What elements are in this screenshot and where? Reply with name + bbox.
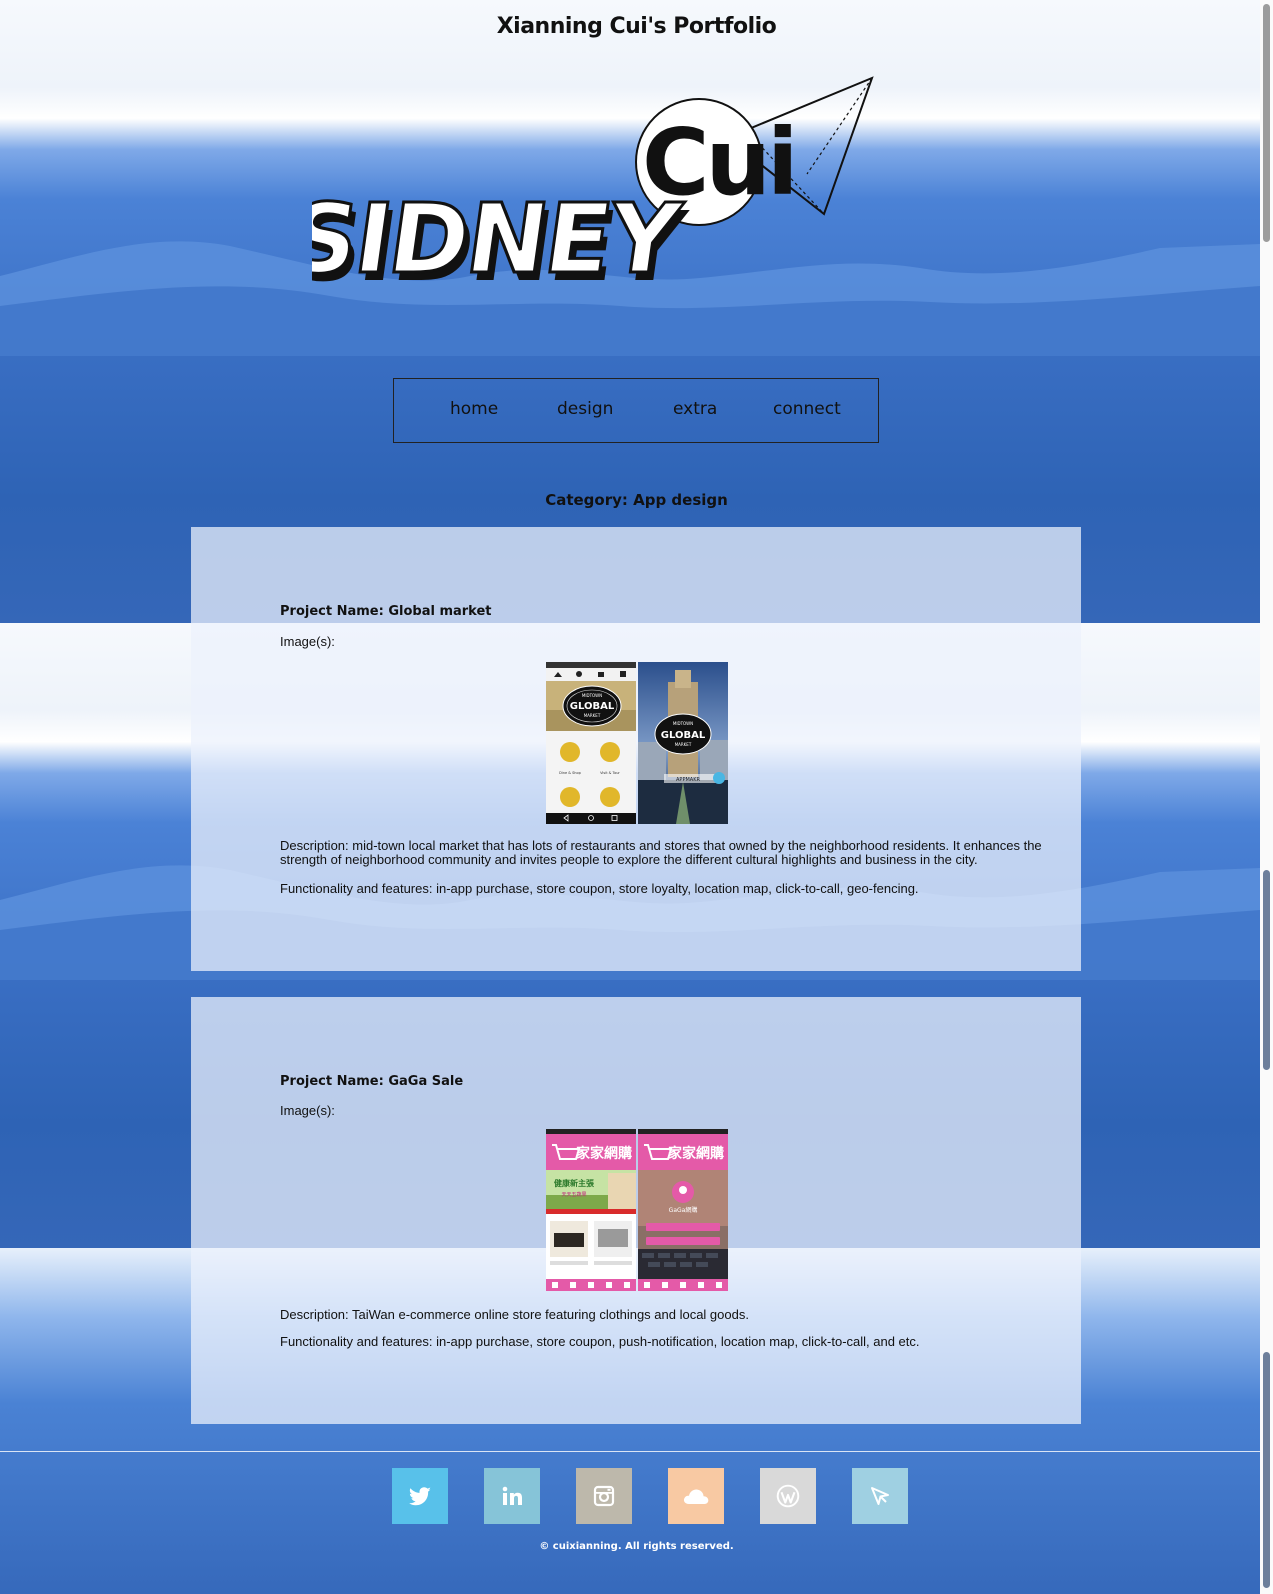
- images-label: Image(s):: [280, 634, 335, 649]
- svg-text:家家網購: 家家網購: [668, 1145, 724, 1162]
- project-name: Project Name: Global market: [280, 604, 492, 619]
- home-tab-icon: [644, 1282, 650, 1288]
- svg-text:Visit & Tour: Visit & Tour: [600, 771, 620, 775]
- project-screenshots[interactable]: 家家網購 健康新主張 天天五蔬果 家家網購 GaGa網購: [546, 1129, 728, 1291]
- project-features: Functionality and features: in-app purch…: [280, 881, 919, 896]
- project-description: Description: TaiWan e-commerce online st…: [280, 1307, 749, 1322]
- more-tab-icon: [624, 1282, 630, 1288]
- site-title: Xianning Cui's Portfolio: [496, 14, 777, 39]
- more-tab-icon: [716, 1282, 722, 1288]
- tag-icon: [620, 671, 626, 677]
- svg-text:天天五蔬果: 天天五蔬果: [561, 1191, 586, 1198]
- project-name: Project Name: GaGa Sale: [280, 1074, 464, 1089]
- svg-text:MARKET: MARKET: [675, 742, 692, 747]
- svg-text:GLOBAL: GLOBAL: [570, 701, 615, 712]
- scrollbar-thumb[interactable]: [1263, 4, 1270, 242]
- linkedin-icon: [502, 1486, 522, 1505]
- contact-link[interactable]: [852, 1468, 908, 1524]
- send-icon: [871, 1487, 889, 1505]
- dine-icon: [560, 742, 580, 762]
- app-screenshot-home[interactable]: MIDTOWN GLOBAL MARKET Dine & Shop Visit …: [546, 662, 636, 824]
- svg-text:MIDTOWN: MIDTOWN: [673, 721, 693, 726]
- nav-home-link[interactable]: home: [450, 399, 498, 419]
- login-button-shape: [646, 1223, 720, 1231]
- home-tab-icon: [552, 1282, 558, 1288]
- cart-tab-icon: [606, 1282, 612, 1288]
- nav-design-link[interactable]: design: [557, 399, 613, 419]
- svg-text:家家網購: 家家網購: [576, 1145, 632, 1162]
- logo-main-text: SIDNEY: [312, 182, 688, 286]
- cart-icon: [598, 672, 604, 677]
- svg-text:MARKET: MARKET: [584, 713, 601, 718]
- linkedin-link[interactable]: [484, 1468, 540, 1524]
- svg-text:GaGa網購: GaGa網購: [669, 1206, 698, 1214]
- app-screenshot-store[interactable]: 家家網購 健康新主張 天天五蔬果: [546, 1129, 636, 1291]
- nav-connect-link[interactable]: connect: [773, 399, 841, 419]
- project-card: Project Name: GaGa Sale Image(s): 家家網購 健…: [191, 997, 1081, 1424]
- copyright-text: © cuixianning. All rights reserved.: [539, 1541, 734, 1552]
- twitter-link[interactable]: [392, 1468, 448, 1524]
- cloud-icon: [683, 1489, 709, 1504]
- soundcloud-link[interactable]: [668, 1468, 724, 1524]
- category-heading: Category: App design: [545, 491, 728, 509]
- app-screenshot-login[interactable]: 家家網購 GaGa網購: [638, 1129, 728, 1291]
- scrollbar-thumb[interactable]: [1263, 1352, 1270, 1588]
- project-description: Description: mid-town local market that …: [280, 838, 1042, 867]
- site-logo[interactable]: Cui SIDNEY SIDNEY: [312, 74, 877, 286]
- main-nav: home design extra connect: [393, 378, 879, 443]
- category-tab-icon: [662, 1282, 668, 1288]
- images-label: Image(s):: [280, 1103, 335, 1118]
- twitter-icon: [409, 1487, 431, 1506]
- wordpress-link[interactable]: [760, 1468, 816, 1524]
- wordpress-icon: [776, 1484, 800, 1508]
- register-button-shape: [646, 1237, 720, 1245]
- svg-text:MIDTOWN: MIDTOWN: [582, 693, 602, 698]
- instagram-icon: [593, 1485, 615, 1507]
- cart-icon: [600, 787, 620, 807]
- svg-text:GLOBAL: GLOBAL: [661, 730, 706, 741]
- footer-divider: [0, 1451, 1260, 1452]
- instagram-link[interactable]: [576, 1468, 632, 1524]
- appmakr-badge-icon: [713, 772, 725, 784]
- nav-extra-link[interactable]: extra: [673, 399, 717, 419]
- svg-text:健康新主張: 健康新主張: [554, 1178, 595, 1188]
- svg-text:Dine & Shop: Dine & Shop: [559, 771, 582, 775]
- member-tab-icon: [680, 1282, 686, 1288]
- svg-text:APPMAKR: APPMAKR: [676, 777, 700, 783]
- project-screenshots[interactable]: MIDTOWN GLOBAL MARKET Dine & Shop Visit …: [546, 662, 728, 824]
- member-tab-icon: [588, 1282, 594, 1288]
- scrollbar-thumb[interactable]: [1263, 870, 1270, 1070]
- project-features: Functionality and features: in-app purch…: [280, 1334, 920, 1349]
- cart-tab-icon: [698, 1282, 704, 1288]
- category-tab-icon: [570, 1282, 576, 1288]
- scrollbar[interactable]: [1260, 0, 1273, 1594]
- phone-icon: [576, 671, 582, 677]
- list-icon: [560, 787, 580, 807]
- project-card: Project Name: Global market Image(s): MI…: [191, 527, 1081, 971]
- app-screenshot-splash[interactable]: MIDTOWN GLOBAL MARKET APPMAKR: [638, 662, 728, 824]
- shop-icon: [600, 742, 620, 762]
